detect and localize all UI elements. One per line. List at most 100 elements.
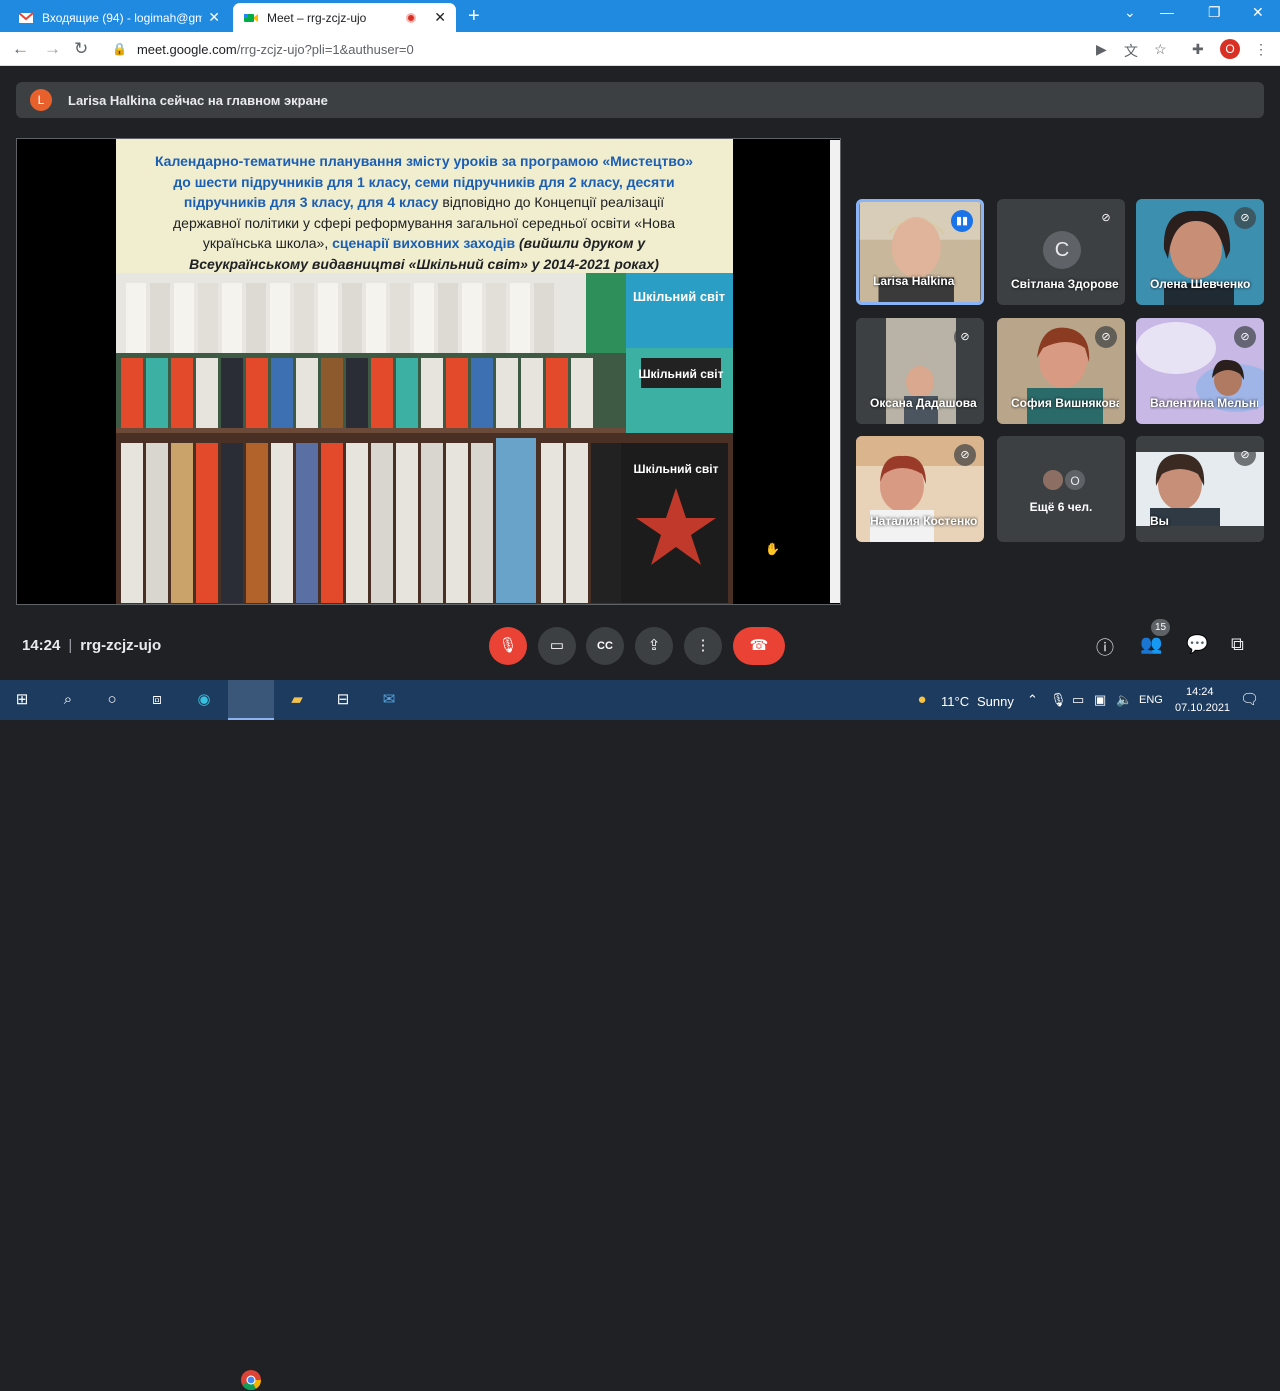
extensions-icon[interactable]: ✚: [1192, 41, 1204, 58]
forward-icon[interactable]: →: [44, 39, 61, 59]
mic-off-icon: 🎙: [498, 637, 518, 654]
mail-icon[interactable]: ✉: [377, 688, 401, 712]
translate-icon[interactable]: 文: [1124, 41, 1138, 61]
slide-heading: Календарно-тематичне планування змісту у…: [124, 151, 724, 274]
notifications-icon[interactable]: 🗨: [1240, 690, 1259, 708]
mic-off-icon: ⊘: [1095, 207, 1117, 229]
shared-screen[interactable]: Календарно-тематичне планування змісту у…: [16, 138, 841, 605]
close-icon[interactable]: ✕: [434, 9, 446, 26]
tab-search-icon[interactable]: ⌄: [1124, 4, 1136, 21]
address-bar: ← → ↻ 🔒 meet.google.com/rrg-zcjz-ujo?pli…: [0, 32, 1280, 66]
mic-off-icon: ⊘: [1095, 326, 1117, 348]
store-icon[interactable]: ⊟: [331, 688, 355, 712]
cortana-icon[interactable]: ○: [100, 688, 124, 712]
url-path: /rrg-zcjz-ujo?pli=1&authuser=0: [236, 41, 414, 57]
chrome-icon: [241, 1370, 262, 1391]
participant-name: Оксана Дадашова: [870, 396, 977, 410]
weather-sun-icon: ●: [917, 691, 927, 708]
participant-tile[interactable]: ⊘ София Вишнякова: [997, 318, 1125, 424]
maximize-icon[interactable]: ❐: [1208, 4, 1221, 21]
meeting-code: rrg-zcjz-ujo: [80, 637, 162, 654]
meeting-info: 14:24 | rrg-zcjz-ujo: [22, 637, 161, 654]
participant-tile[interactable]: ⊘ Валентина Мельник: [1136, 318, 1264, 424]
camera-toggle-button[interactable]: ▭: [538, 627, 576, 665]
mic-off-icon: ⊘: [1234, 207, 1256, 229]
volume-icon[interactable]: 🔈: [1116, 692, 1132, 708]
avatar: L: [30, 89, 52, 111]
cursor-icon: ✋: [765, 542, 780, 556]
chevron-up-icon[interactable]: ⌃: [1027, 692, 1038, 708]
participant-name: Валентина Мельник: [1150, 396, 1258, 410]
back-icon[interactable]: ←: [12, 39, 29, 59]
call-controls-bar: 14:24 | rrg-zcjz-ujo 🎙 ▭ CC ⇪ ⋮ ☎ ⓘ 👥 15 💬…: [0, 615, 1280, 675]
file-explorer-icon[interactable]: ▰: [285, 688, 309, 712]
bookmark-star-icon[interactable]: ☆: [1154, 41, 1167, 58]
speaking-indicator-icon: ▮▮: [951, 210, 973, 232]
search-icon[interactable]: ⌕: [56, 688, 80, 712]
new-tab-icon[interactable]: +: [468, 5, 480, 28]
task-view-icon[interactable]: ⧈: [145, 688, 169, 712]
slide: Календарно-тематичне планування змісту у…: [116, 139, 733, 604]
close-icon[interactable]: ✕: [208, 9, 220, 26]
camera-icon[interactable]: ▶: [1096, 41, 1107, 58]
weather-text[interactable]: Sunny: [977, 694, 1014, 709]
participant-tile[interactable]: ▮▮ Larisa Halkina: [856, 199, 984, 305]
participant-tile[interactable]: ⊘ С Світлана Здоровенко: [997, 199, 1125, 305]
captions-button[interactable]: CC: [586, 627, 624, 665]
microphone-icon[interactable]: 🎙: [1050, 692, 1067, 708]
magazine-title: Шкільний світ: [639, 367, 724, 381]
more-options-button[interactable]: ⋮: [684, 627, 722, 665]
taskbar-time[interactable]: 14:24: [1186, 686, 1214, 698]
participant-name: Олена Шевченко: [1150, 277, 1251, 291]
battery-icon[interactable]: ▭: [1072, 692, 1084, 708]
chrome-taskbar-button[interactable]: [228, 680, 274, 720]
present-screen-icon: ⇪: [647, 637, 661, 654]
weather-temp[interactable]: 11°C: [941, 694, 969, 709]
avatar-group: О: [1041, 468, 1087, 492]
browser-tab-bar: Входящие (94) - logimah@gmail ✕ Meet – r…: [0, 0, 1280, 32]
clock: 14:24: [22, 637, 61, 654]
tab-meet[interactable]: Meet – rrg-zcjz-ujo ✕: [233, 3, 456, 32]
info-icon[interactable]: ⓘ: [1096, 634, 1114, 660]
chat-icon[interactable]: 💬: [1186, 634, 1208, 655]
network-icon[interactable]: ▣: [1094, 692, 1106, 708]
slide-line: Всеукраїнському видавництві «Шкільний св…: [189, 255, 659, 272]
more-participants-tile[interactable]: О Ещё 6 чел.: [997, 436, 1125, 542]
mic-off-icon: ⊘: [1234, 326, 1256, 348]
reload-icon[interactable]: ↻: [74, 39, 88, 59]
slide-line: відповідно до Концепції реалізації: [438, 194, 665, 210]
avatar: О: [1063, 468, 1087, 492]
recording-icon: [406, 12, 417, 23]
more-vert-icon: ⋮: [695, 637, 711, 654]
scrollbar[interactable]: [830, 140, 840, 603]
people-icon[interactable]: 👥: [1140, 634, 1162, 655]
mic-toggle-button[interactable]: 🎙: [489, 627, 527, 665]
magazine-title: Шкільний світ: [634, 462, 719, 476]
taskbar-date[interactable]: 07.10.2021: [1175, 702, 1230, 714]
participant-tile[interactable]: ⊘ Наталия Костенко: [856, 436, 984, 542]
slide-line: до шести підручників для 1 класу, семи п…: [173, 173, 675, 190]
avatar: С: [1043, 231, 1081, 269]
tab-gmail[interactable]: Входящие (94) - logimah@gmail ✕: [8, 3, 230, 32]
close-window-icon[interactable]: ✕: [1252, 4, 1264, 21]
profile-avatar[interactable]: O: [1220, 39, 1240, 59]
menu-icon[interactable]: ⋮: [1254, 41, 1268, 58]
slide-line: підручників для 3 класу, для 4 класу: [183, 194, 439, 210]
participant-tile[interactable]: ⊘ Олена Шевченко: [1136, 199, 1264, 305]
camera-icon: ▭: [549, 637, 565, 654]
mic-off-icon: ⊘: [954, 326, 976, 348]
leave-call-button[interactable]: ☎: [733, 627, 785, 665]
language-indicator[interactable]: ENG: [1139, 694, 1163, 706]
activities-icon[interactable]: ⧉: [1231, 634, 1244, 655]
magazines-photo: Шкільний світ Шкільний світ Шкільний сві…: [116, 273, 733, 604]
mic-off-icon: ⊘: [1234, 444, 1256, 466]
edge-icon[interactable]: ◉: [192, 688, 216, 712]
minimize-icon[interactable]: —: [1160, 4, 1174, 20]
windows-start-icon[interactable]: ⊞: [10, 688, 34, 712]
participant-tile[interactable]: ⊘ Оксана Дадашова: [856, 318, 984, 424]
slide-line: сценарії виховних заходів: [332, 235, 516, 251]
self-tile[interactable]: ⊘ Вы: [1136, 436, 1264, 542]
present-button[interactable]: ⇪: [635, 627, 673, 665]
url-field[interactable]: 🔒 meet.google.com/rrg-zcjz-ujo?pli=1&aut…: [102, 36, 1082, 62]
hang-up-icon: ☎: [749, 637, 769, 654]
